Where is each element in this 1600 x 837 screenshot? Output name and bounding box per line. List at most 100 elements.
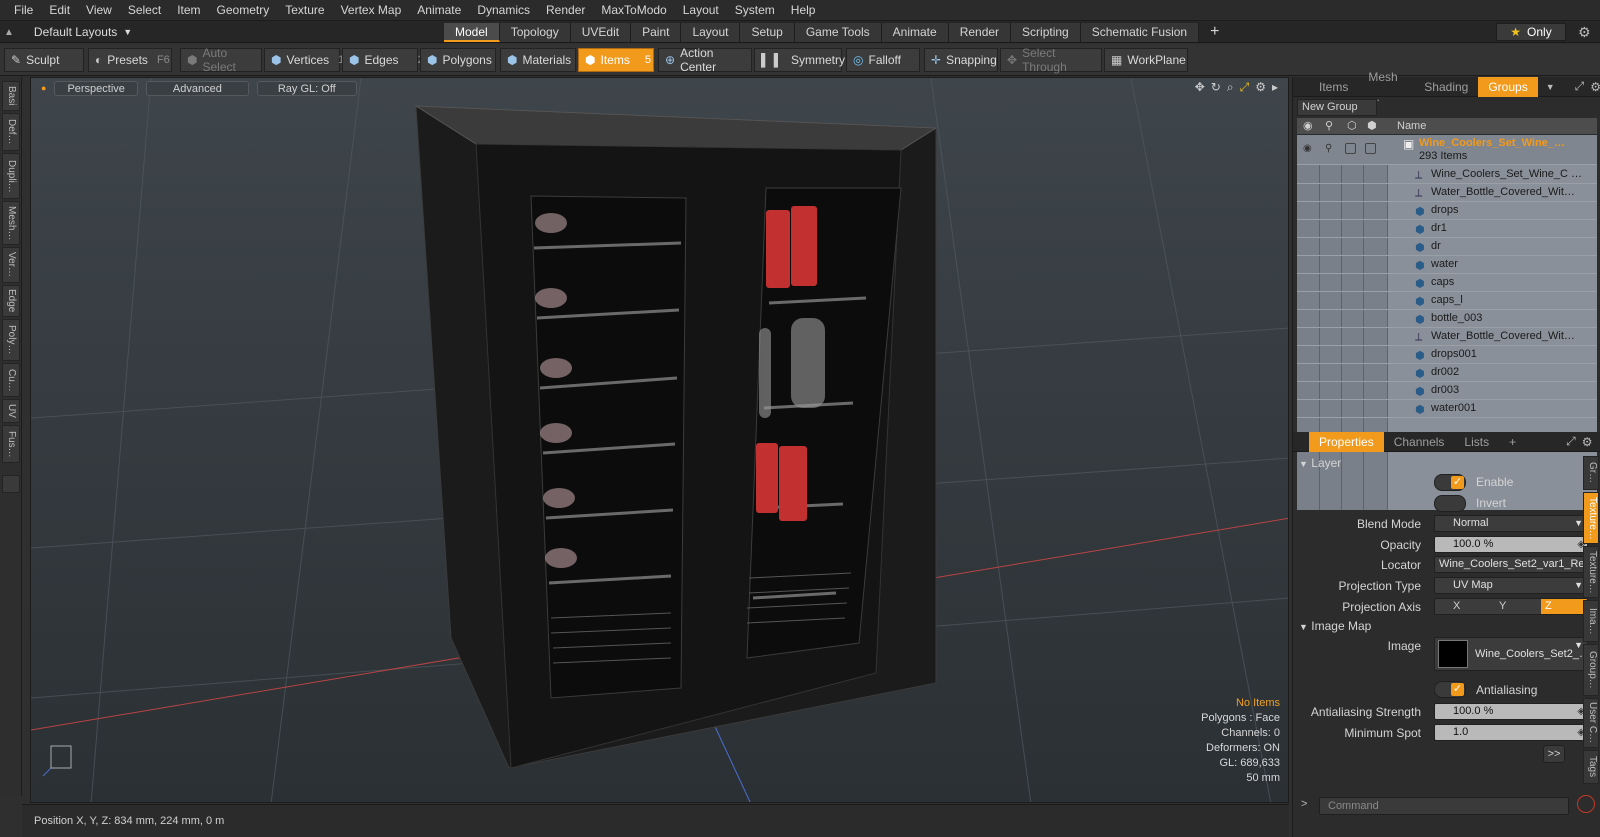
- tab-items[interactable]: Items: [1309, 77, 1358, 97]
- lock-column-icon[interactable]: ⚲: [1325, 119, 1333, 132]
- invert-checkbox[interactable]: [1434, 495, 1466, 512]
- left-tab-uv[interactable]: UV: [2, 399, 20, 423]
- items-button[interactable]: ⬢ Items 5: [578, 48, 654, 72]
- axis-y-button[interactable]: Y: [1495, 599, 1541, 614]
- left-tab-edge[interactable]: Edge: [2, 285, 20, 317]
- left-tab-curve[interactable]: Cu…: [2, 363, 20, 397]
- axis-x-button[interactable]: X: [1435, 599, 1495, 614]
- viewport-menu-dot[interactable]: ●: [41, 83, 46, 93]
- tab-properties[interactable]: Properties: [1309, 431, 1384, 452]
- outliner-expand-icon[interactable]: ⤢: [1575, 79, 1585, 94]
- left-tab-vertex[interactable]: Ver…: [2, 247, 20, 283]
- raygl-dropdown[interactable]: Ray GL: Off: [256, 80, 357, 96]
- viewport-expand-icon[interactable]: ▸: [1272, 80, 1278, 95]
- list-item[interactable]: ⬢ drops: [1297, 202, 1597, 220]
- list-item[interactable]: ⬢ water: [1297, 256, 1597, 274]
- command-input[interactable]: Command: [1319, 797, 1569, 815]
- list-item[interactable]: ⬢ drops001: [1297, 346, 1597, 364]
- layer-section-header[interactable]: ▼ Layer: [1299, 456, 1595, 473]
- image-map-section-header[interactable]: ▼ Image Map: [1299, 619, 1595, 636]
- list-item[interactable]: ⟂ Water_Bottle_Covered_Wit…: [1297, 184, 1597, 202]
- list-item[interactable]: ⬢ caps: [1297, 274, 1597, 292]
- list-item[interactable]: ⟂ Wine_Coolers_Set_Wine_C …: [1297, 166, 1597, 184]
- enable-checkbox[interactable]: ✓: [1434, 474, 1466, 491]
- menu-view[interactable]: View: [78, 0, 120, 21]
- tab-game-tools[interactable]: Game Tools: [794, 23, 882, 42]
- list-item[interactable]: ⬢ water001: [1297, 400, 1597, 418]
- list-item[interactable]: ⬢ bottle_003: [1297, 310, 1597, 328]
- view-type-dropdown[interactable]: Perspective: [54, 80, 138, 96]
- more-options-button[interactable]: >>: [1543, 745, 1565, 763]
- side-tab-user-channels[interactable]: User C…: [1583, 698, 1599, 748]
- properties-gear-icon[interactable]: ⚙: [1582, 435, 1593, 449]
- outliner-gear-icon[interactable]: ⚙: [1590, 80, 1600, 94]
- menu-system[interactable]: System: [727, 0, 783, 21]
- side-tab-tags[interactable]: Tags: [1583, 750, 1599, 784]
- list-item[interactable]: ⬢ dr1: [1297, 220, 1597, 238]
- tab-topology[interactable]: Topology: [499, 23, 571, 42]
- menu-vertex-map[interactable]: Vertex Map: [333, 0, 410, 21]
- side-tab-texture-layers[interactable]: Texture…: [1583, 492, 1599, 544]
- menu-geometry[interactable]: Geometry: [209, 0, 278, 21]
- menu-select[interactable]: Select: [120, 0, 169, 21]
- menu-animate[interactable]: Animate: [409, 0, 469, 21]
- group-lock-icon[interactable]: ⚲: [1325, 143, 1332, 154]
- outliner-chevron-icon[interactable]: ▼: [1546, 82, 1555, 92]
- side-tab-group[interactable]: Gr…: [1583, 456, 1599, 490]
- snapping-button[interactable]: ✛ Snapping: [924, 48, 998, 72]
- tab-scripting[interactable]: Scripting: [1011, 23, 1081, 42]
- group-select-toggle[interactable]: [1365, 143, 1376, 154]
- name-column-header[interactable]: Name: [1397, 120, 1426, 132]
- select-through-button[interactable]: ✥ Select Through: [1000, 46, 1102, 74]
- locator-dropdown[interactable]: Wine_Coolers_Set2_var1_Re…: [1434, 556, 1588, 573]
- group-row[interactable]: ◉ ⚲ ▣ Wine_Coolers_Set_Wine_… 293 Items: [1297, 135, 1597, 165]
- tab-lists[interactable]: Lists: [1454, 432, 1499, 452]
- list-item[interactable]: ⬢ dr002: [1297, 364, 1597, 382]
- left-tab-basic[interactable]: Basi: [2, 81, 20, 111]
- menu-item[interactable]: Item: [169, 0, 208, 21]
- left-tab-fusion[interactable]: Fus…: [2, 425, 20, 463]
- list-item[interactable]: ⬢ caps_l: [1297, 292, 1597, 310]
- tab-layout[interactable]: Layout: [681, 23, 741, 42]
- only-button[interactable]: ★ Only: [1496, 23, 1566, 41]
- select-column-icon[interactable]: ⬢: [1367, 119, 1377, 132]
- sculpt-button[interactable]: ✎ Sculpt: [4, 48, 84, 72]
- tab-setup[interactable]: Setup: [740, 23, 795, 42]
- menu-file[interactable]: File: [6, 0, 41, 21]
- tab-paint[interactable]: Paint: [631, 23, 682, 42]
- add-properties-tab-button[interactable]: +: [1499, 432, 1526, 452]
- menu-edit[interactable]: Edit: [41, 0, 78, 21]
- tab-channels[interactable]: Channels: [1384, 432, 1455, 452]
- symmetry-button[interactable]: ▌▐ Symmetry: [754, 48, 845, 72]
- min-spot-field[interactable]: 1.0 ◈: [1434, 724, 1588, 741]
- new-group-button[interactable]: New Group: [1297, 99, 1377, 116]
- materials-button[interactable]: ⬢ Materials: [500, 48, 576, 72]
- tab-uvedit[interactable]: UVEdit: [570, 23, 632, 42]
- vertices-button[interactable]: ⬢ Vertices 1: [264, 48, 344, 72]
- action-center-button[interactable]: ⊕ Action Center: [658, 46, 752, 74]
- record-icon[interactable]: [1577, 795, 1595, 813]
- list-item[interactable]: ⬢ dr: [1297, 238, 1597, 256]
- blend-mode-dropdown[interactable]: Normal ▼: [1434, 515, 1588, 532]
- auto-select-button[interactable]: ⬢ Auto Select: [180, 46, 262, 74]
- rotate-icon[interactable]: ↻: [1211, 80, 1221, 95]
- falloff-button[interactable]: ◎ Falloff: [846, 48, 920, 72]
- pan-icon[interactable]: ✥: [1195, 80, 1205, 95]
- tab-model[interactable]: Model: [444, 23, 500, 42]
- properties-expand-icon[interactable]: ⤢: [1566, 434, 1576, 449]
- list-item[interactable]: ⟂ Water_Bottle_Covered_Wit…: [1297, 328, 1597, 346]
- menu-help[interactable]: Help: [783, 0, 824, 21]
- tab-groups[interactable]: Groups: [1478, 76, 1538, 97]
- viewport-gear-icon[interactable]: ⚙: [1255, 80, 1266, 95]
- left-tab-polygon[interactable]: Poly…: [2, 319, 20, 361]
- left-tab-more[interactable]: [2, 475, 20, 493]
- menu-render[interactable]: Render: [538, 0, 593, 21]
- visibility-column-icon[interactable]: ◉: [1303, 119, 1313, 132]
- render-column-icon[interactable]: ⬡: [1347, 119, 1357, 132]
- menu-layout[interactable]: Layout: [675, 0, 727, 21]
- side-tab-group-info[interactable]: Group…: [1583, 644, 1599, 696]
- group-render-toggle[interactable]: [1345, 143, 1356, 154]
- antialiasing-checkbox[interactable]: ✓: [1434, 681, 1466, 698]
- menu-dynamics[interactable]: Dynamics: [469, 0, 538, 21]
- polygons-button[interactable]: ⬢ Polygons: [420, 48, 496, 72]
